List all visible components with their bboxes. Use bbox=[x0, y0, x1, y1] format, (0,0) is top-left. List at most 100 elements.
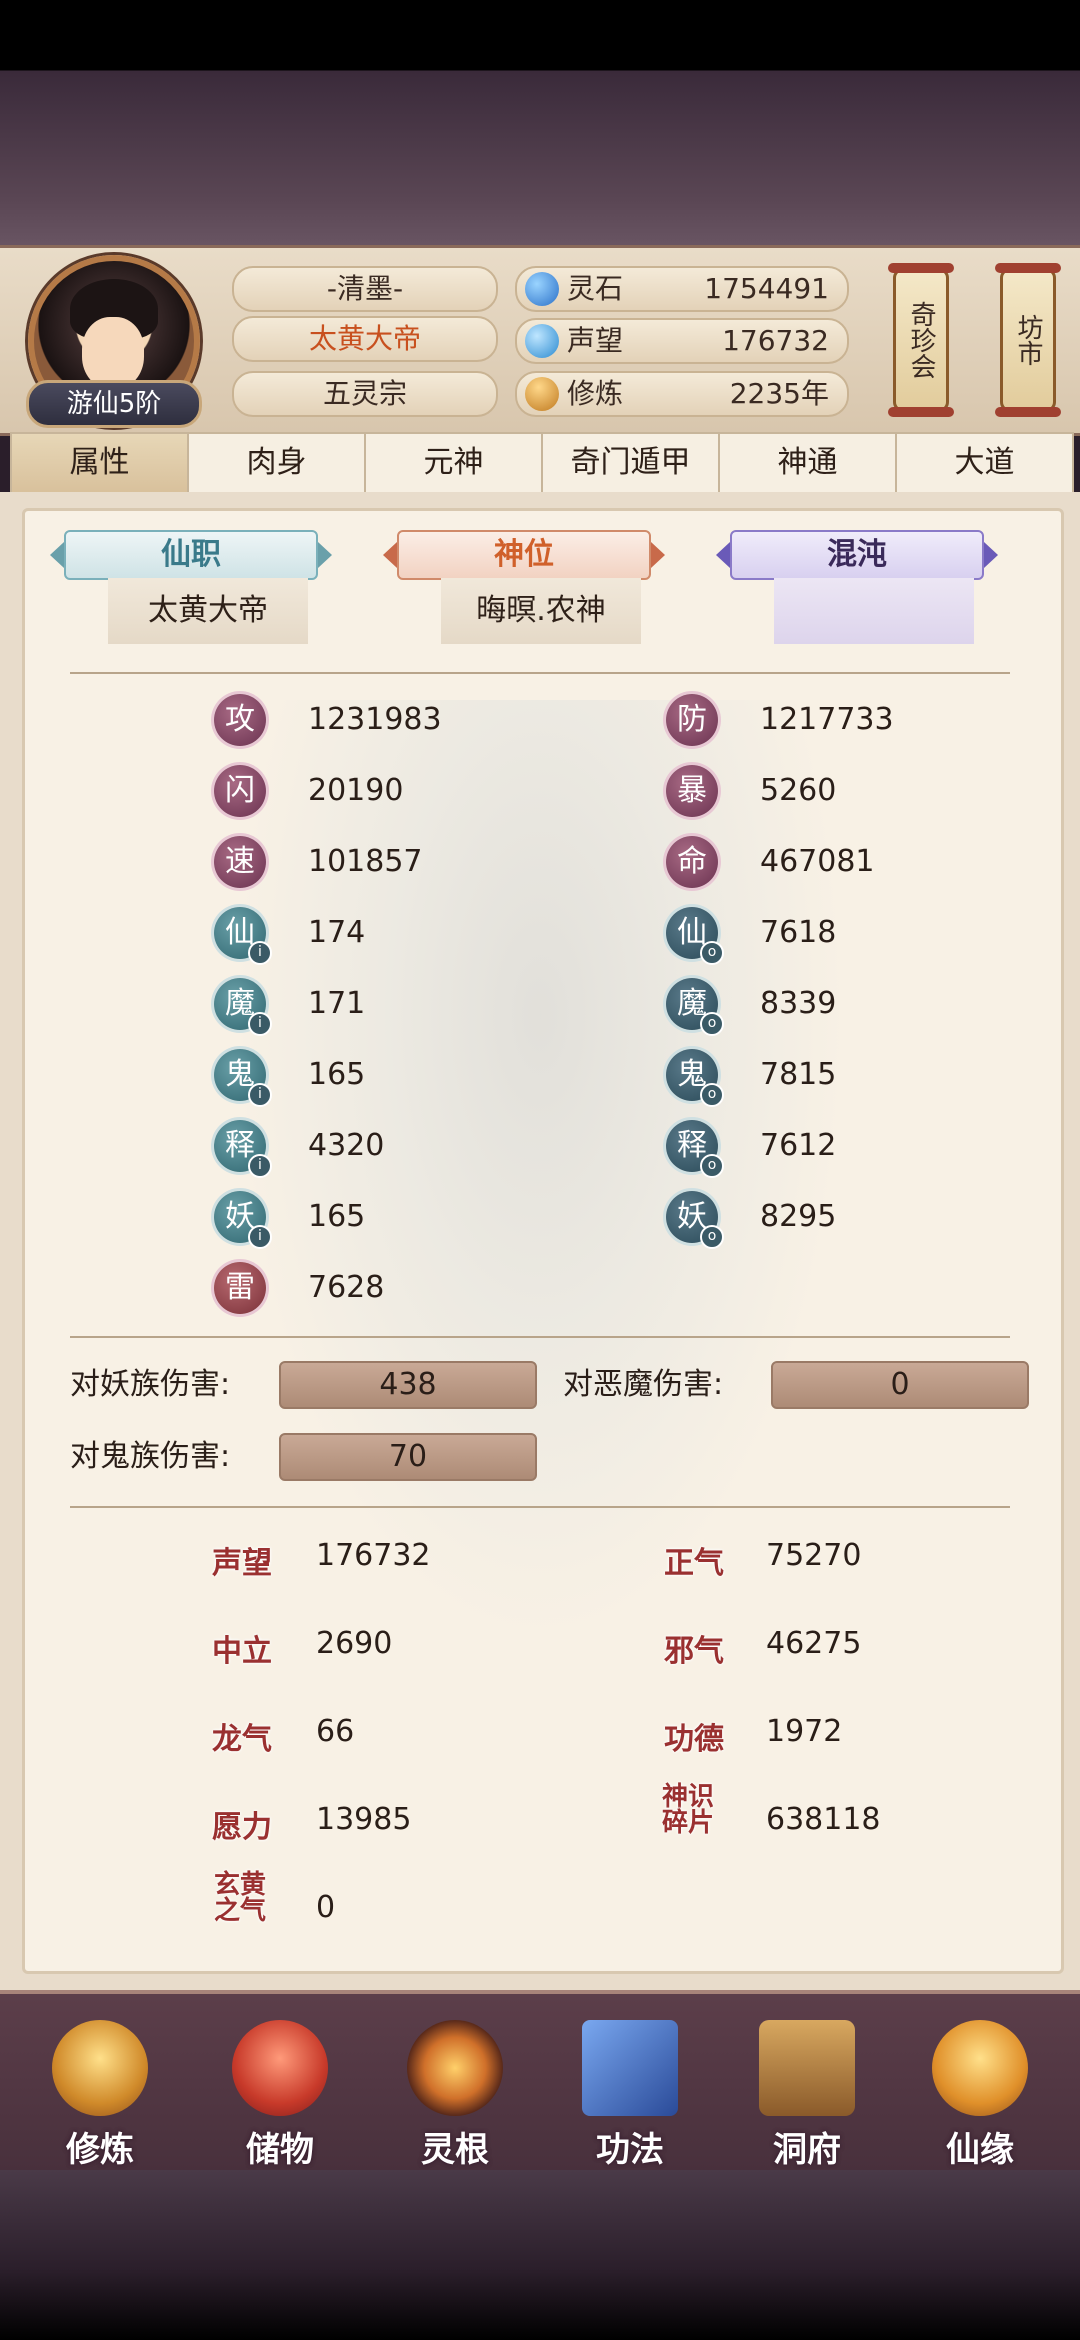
shenwei-value: 晦暝.农神 bbox=[441, 578, 641, 644]
xian-attack-badge: 仙 i bbox=[214, 907, 272, 965]
player-sect: 五灵宗 bbox=[232, 371, 498, 417]
tab-spirit[interactable]: 元神 bbox=[366, 434, 543, 494]
info-icon: i bbox=[248, 941, 272, 965]
crit-value: 5260 bbox=[760, 773, 837, 808]
resource-value: 176732 bbox=[722, 324, 829, 357]
defense-badge: 防 bbox=[666, 694, 718, 746]
spirit-root-icon bbox=[407, 2020, 503, 2116]
attack-value: 1231983 bbox=[308, 702, 442, 737]
banner-arrow-left bbox=[383, 542, 397, 568]
xianzhi-value: 太黄大帝 bbox=[108, 578, 308, 644]
yao-defense-value: 8295 bbox=[760, 1199, 837, 1234]
tab-qimen[interactable]: 奇门遁甲 bbox=[543, 434, 720, 494]
mo-defense-badge: 魔 o bbox=[666, 978, 724, 1036]
nav-label: 功法 bbox=[596, 2130, 664, 2170]
player-name: -清墨- bbox=[232, 266, 498, 312]
nav-spirit-root[interactable]: 灵根 bbox=[390, 2020, 520, 2170]
neutral-value: 2690 bbox=[316, 1626, 393, 1661]
nav-cultivate[interactable]: 修炼 bbox=[35, 2020, 165, 2170]
tab-attributes[interactable]: 属性 bbox=[12, 434, 189, 494]
cultivate-icon bbox=[52, 2020, 148, 2116]
shield-icon: o bbox=[700, 1225, 724, 1249]
immortal-fate-icon bbox=[932, 2020, 1028, 2116]
gui-damage-value: 70 bbox=[279, 1433, 537, 1481]
dragon-qi-label: 龙气 bbox=[212, 1722, 272, 1757]
yao-attack-badge: 妖 i bbox=[214, 1191, 272, 1249]
crit-badge: 暴 bbox=[666, 765, 718, 817]
gui-damage-label: 对鬼族伤害: bbox=[70, 1439, 231, 1474]
emo-damage-label: 对恶魔伤害: bbox=[563, 1367, 724, 1402]
banner-arrow-left bbox=[716, 542, 730, 568]
defense-value: 1217733 bbox=[760, 702, 894, 737]
rare-treasure-button[interactable]: 奇珍会 bbox=[888, 263, 954, 417]
merit-label: 功德 bbox=[664, 1722, 724, 1757]
righteous-qi-label: 正气 bbox=[664, 1546, 724, 1581]
divider bbox=[70, 672, 1010, 674]
meditation-icon bbox=[525, 377, 559, 411]
attack-badge: 攻 bbox=[214, 694, 266, 746]
hundun-value bbox=[774, 578, 974, 644]
mo-attack-value: 171 bbox=[308, 986, 366, 1021]
shi-attack-badge: 释 i bbox=[214, 1120, 272, 1178]
tab-body[interactable]: 肉身 bbox=[189, 434, 366, 494]
player-title: 太黄大帝 bbox=[232, 316, 498, 362]
market-button[interactable]: 坊市 bbox=[995, 263, 1061, 417]
resource-label: 修炼 bbox=[567, 377, 624, 410]
resource-value: 1754491 bbox=[704, 272, 829, 305]
dragon-qi-value: 66 bbox=[316, 1714, 355, 1749]
shenwei-label: 神位 bbox=[494, 537, 554, 572]
avatar-face bbox=[82, 317, 144, 389]
rank-badge: 游仙5阶 bbox=[26, 380, 202, 428]
xuanhuang-qi-value: 0 bbox=[316, 1890, 336, 1925]
spirit-stone-icon bbox=[525, 272, 559, 306]
storage-bag-icon bbox=[232, 2020, 328, 2116]
nav-label: 仙缘 bbox=[946, 2130, 1014, 2170]
shield-icon: o bbox=[700, 1012, 724, 1036]
shi-defense-badge: 释 o bbox=[666, 1120, 724, 1178]
market-label: 坊市 bbox=[1013, 314, 1043, 366]
emo-damage-value: 0 bbox=[771, 1361, 1029, 1409]
thunder-value: 7628 bbox=[308, 1270, 385, 1305]
resource-label: 灵石 bbox=[567, 272, 624, 305]
info-icon: i bbox=[248, 1154, 272, 1178]
resource-value: 2235年 bbox=[729, 377, 829, 410]
cave-abode-icon bbox=[759, 2020, 855, 2116]
hp-badge: 命 bbox=[666, 836, 718, 888]
xian-defense-value: 7618 bbox=[760, 915, 837, 950]
prestige-label: 声望 bbox=[212, 1546, 272, 1581]
divider bbox=[70, 1506, 1010, 1508]
gui-defense-badge: 鬼 o bbox=[666, 1049, 724, 1107]
top-background bbox=[0, 0, 1080, 250]
shield-icon: o bbox=[700, 941, 724, 965]
neutral-label: 中立 bbox=[212, 1634, 272, 1669]
divine-sense-value: 638118 bbox=[766, 1802, 881, 1837]
yao-damage-value: 438 bbox=[279, 1361, 537, 1409]
gui-defense-value: 7815 bbox=[760, 1057, 837, 1092]
gui-attack-badge: 鬼 i bbox=[214, 1049, 272, 1107]
nav-technique[interactable]: 功法 bbox=[565, 2020, 695, 2170]
hundun-label: 混沌 bbox=[827, 537, 887, 572]
resource-label: 声望 bbox=[567, 324, 624, 357]
spirit-stone-resource: 灵石 1754491 bbox=[515, 266, 849, 312]
yao-defense-badge: 妖 o bbox=[666, 1191, 724, 1249]
nav-cave-abode[interactable]: 洞府 bbox=[742, 2020, 872, 2170]
prestige-value: 176732 bbox=[316, 1538, 431, 1573]
hp-value: 467081 bbox=[760, 844, 875, 879]
shi-defense-value: 7612 bbox=[760, 1128, 837, 1163]
speed-badge: 速 bbox=[214, 836, 266, 888]
shield-icon: o bbox=[700, 1154, 724, 1178]
gui-attack-value: 165 bbox=[308, 1057, 366, 1092]
shield-icon: o bbox=[700, 1083, 724, 1107]
nav-storage[interactable]: 储物 bbox=[215, 2020, 345, 2170]
wish-power-label: 愿力 bbox=[212, 1810, 272, 1845]
yao-damage-label: 对妖族伤害: bbox=[70, 1367, 231, 1402]
nav-immortal-fate[interactable]: 仙缘 bbox=[915, 2020, 1045, 2170]
tab-dao[interactable]: 大道 bbox=[897, 434, 1072, 494]
tab-divine-powers[interactable]: 神通 bbox=[720, 434, 897, 494]
evil-qi-label: 邪气 bbox=[664, 1634, 724, 1669]
technique-book-icon bbox=[582, 2020, 678, 2116]
rare-treasure-label: 奇珍会 bbox=[906, 301, 936, 379]
righteous-qi-value: 75270 bbox=[766, 1538, 862, 1573]
dodge-value: 20190 bbox=[308, 773, 404, 808]
cultivation-resource: 修炼 2235年 bbox=[515, 371, 849, 417]
